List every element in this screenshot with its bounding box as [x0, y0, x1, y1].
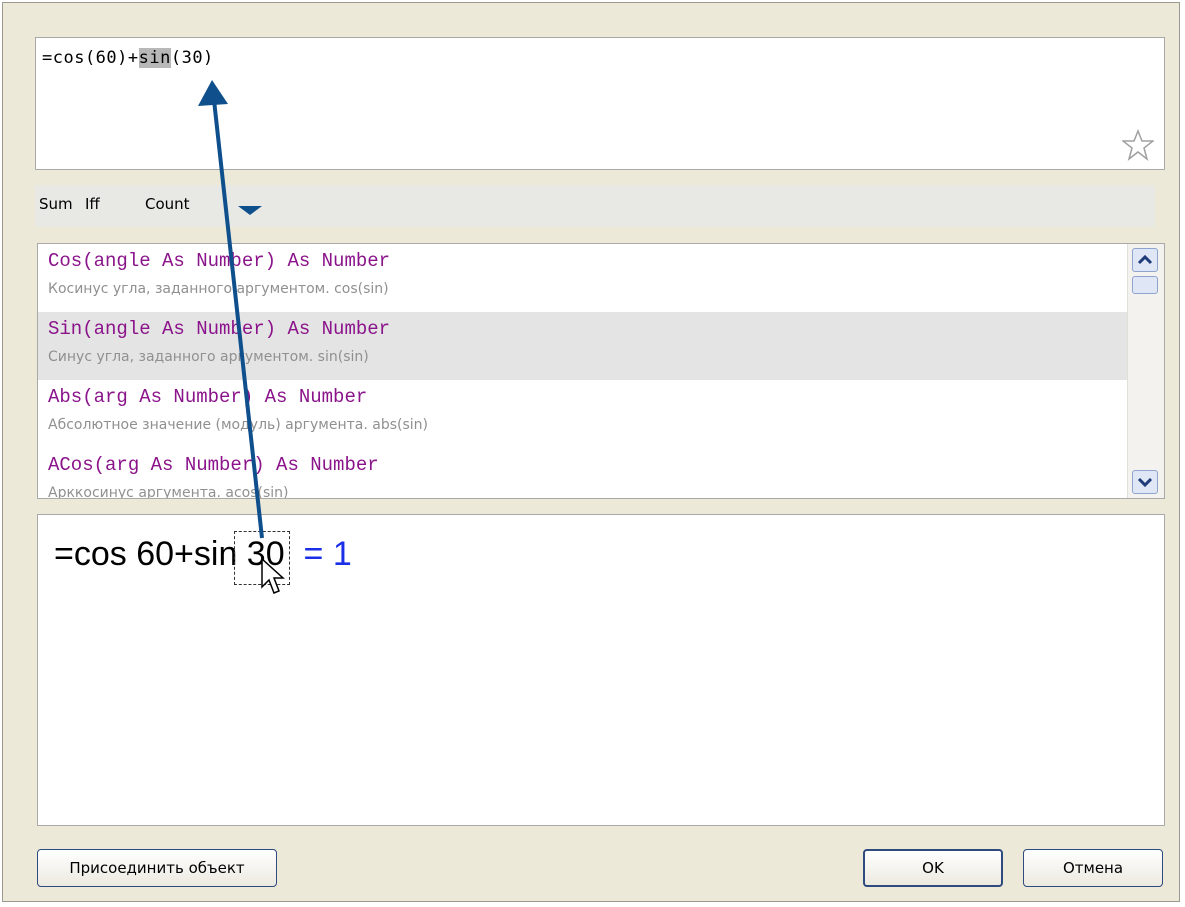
function-signature: Sin(angle As Number) As Number	[48, 318, 391, 340]
scroll-up-button[interactable]	[1132, 248, 1158, 272]
formula-text[interactable]: =cos(60)+sin(30)	[42, 48, 214, 68]
preview-expression: =cos 60+sin 30 = 1	[54, 535, 352, 574]
function-description: Синус угла, заданного аргументом. sin(si…	[48, 349, 369, 365]
attach-object-button[interactable]: Присоединить объект	[37, 849, 277, 887]
ok-button[interactable]: OK	[863, 849, 1003, 887]
function-list: Cos(angle As Number) As Number Косинус у…	[37, 243, 1165, 499]
formula-dialog: =cos(60)+sin(30) Sum Iff Count Cos(angle…	[2, 2, 1180, 902]
quick-function-count[interactable]: Count	[145, 195, 190, 213]
formula-text-before: =cos(60)+	[42, 48, 139, 68]
quick-functions-bar: Sum Iff Count	[35, 185, 1155, 227]
function-description: Абсолютное значение (модуль) аргумента. …	[48, 417, 428, 433]
function-item-cos[interactable]: Cos(angle As Number) As Number Косинус у…	[38, 244, 1128, 312]
scroll-down-button[interactable]	[1132, 470, 1158, 494]
preview-function-name[interactable]: sin	[194, 535, 237, 573]
arrow-up-icon	[1137, 254, 1153, 265]
preview-expr-before: =cos 60+	[54, 535, 194, 573]
function-item-acos[interactable]: ACos(arg As Number) As Number Арккосинус…	[38, 448, 1128, 499]
function-signature: ACos(arg As Number) As Number	[48, 454, 379, 476]
star-icon[interactable]	[1122, 129, 1154, 161]
preview-result: = 1	[303, 535, 352, 573]
mouse-cursor-icon	[261, 557, 285, 594]
function-description: Арккосинус аргумента. acos(sin)	[48, 485, 289, 499]
formula-selected-text: sin	[138, 48, 171, 68]
function-item-sin[interactable]: Sin(angle As Number) As Number Синус угл…	[38, 312, 1128, 380]
list-scrollbar[interactable]	[1127, 244, 1164, 498]
formula-input[interactable]: =cos(60)+sin(30)	[35, 37, 1165, 170]
formula-preview: =cos 60+sin 30 = 1	[37, 514, 1165, 826]
formula-text-after: (30)	[170, 48, 214, 68]
scroll-thumb[interactable]	[1132, 276, 1158, 294]
quick-function-iff[interactable]: Iff	[85, 195, 100, 213]
function-item-abs[interactable]: Abs(arg As Number) As Number Абсолютное …	[38, 380, 1128, 448]
quick-function-sum[interactable]: Sum	[39, 195, 73, 213]
function-description: Косинус угла, заданного аргументом. cos(…	[48, 281, 389, 297]
cancel-button[interactable]: Отмена	[1023, 849, 1163, 887]
arrow-down-icon	[1137, 477, 1153, 488]
function-signature: Abs(arg As Number) As Number	[48, 386, 368, 408]
function-signature: Cos(angle As Number) As Number	[48, 250, 391, 272]
chevron-down-icon[interactable]	[237, 203, 263, 217]
